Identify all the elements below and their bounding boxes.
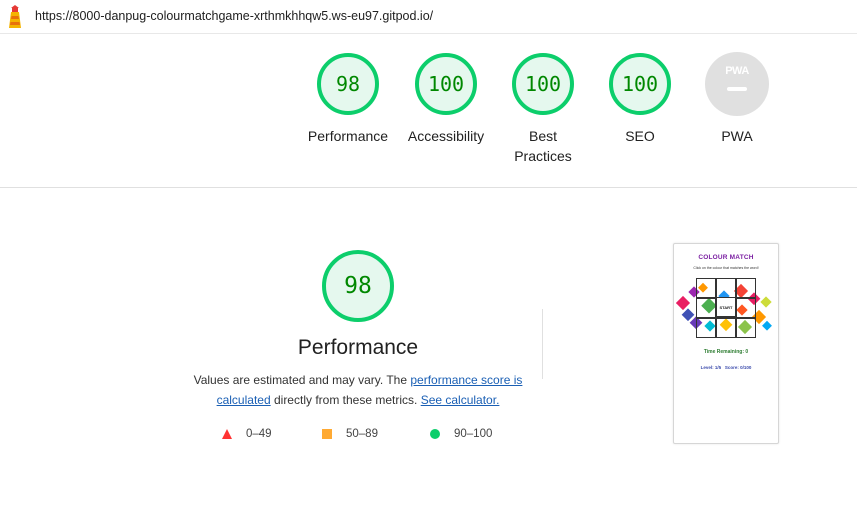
grid-cell bbox=[736, 298, 756, 318]
legend-pass: 90–100 bbox=[430, 428, 492, 440]
legend-pass-range: 90–100 bbox=[454, 428, 493, 440]
grid-cell bbox=[696, 278, 716, 298]
level-score-row: Level: 1/5 Score: 0/100 bbox=[674, 365, 778, 370]
circle-icon bbox=[430, 429, 440, 439]
pwa-dash-icon bbox=[727, 87, 747, 91]
desc-middle: directly from these metrics. bbox=[270, 393, 421, 407]
gauge-label: SEO bbox=[625, 128, 655, 144]
performance-score-value: 98 bbox=[344, 273, 372, 299]
time-remaining-label: Time Remaining: 0 bbox=[703, 349, 749, 355]
pwa-badge-icon: PWA bbox=[705, 52, 769, 116]
start-button: START bbox=[716, 297, 736, 317]
score-gauge: 100 bbox=[414, 52, 478, 116]
gauge-performance[interactable]: 98 Performance bbox=[293, 52, 403, 146]
score-value: 100 bbox=[427, 72, 465, 96]
gauge-label: Performance bbox=[307, 128, 389, 144]
pwa-badge-text: PWA bbox=[725, 65, 749, 77]
gauge-best-practices[interactable]: 100 Best Practices bbox=[488, 52, 598, 166]
score-gauge: 100 bbox=[511, 52, 575, 116]
gauge-pwa[interactable]: PWA PWA bbox=[682, 52, 792, 146]
grid-cell bbox=[716, 318, 736, 338]
legend-average-range: 50–89 bbox=[346, 428, 378, 440]
grid-cell bbox=[696, 318, 716, 338]
score-value: 98 bbox=[335, 72, 361, 96]
performance-title: Performance bbox=[297, 336, 419, 359]
gauge-label: PWA bbox=[721, 128, 753, 144]
pwa-badge-circle bbox=[705, 52, 769, 116]
performance-score-gauge: 98 bbox=[321, 249, 395, 323]
desc-prefix: Values are estimated and may vary. The bbox=[193, 373, 411, 387]
grid-cell bbox=[736, 278, 756, 298]
score-gauge: 98 bbox=[316, 52, 380, 116]
thumbnail-subtitle: Click on the colour that matches the wor… bbox=[693, 266, 759, 270]
see-calculator-link[interactable]: See calculator. bbox=[421, 393, 500, 407]
section-divider bbox=[0, 187, 857, 188]
thumbnail-title: COLOUR MATCH bbox=[698, 254, 754, 261]
score-value: 100 bbox=[621, 72, 659, 96]
gauge-label: Best Practices bbox=[514, 128, 572, 164]
vertical-divider bbox=[542, 309, 543, 379]
performance-description: Values are estimated and may vary. The p… bbox=[190, 370, 526, 410]
grid-cell bbox=[696, 298, 716, 318]
score-gauge: 100 bbox=[608, 52, 672, 116]
grid-cell bbox=[716, 278, 736, 298]
gauge-accessibility[interactable]: 100 Accessibility bbox=[391, 52, 501, 146]
score-value: 100 bbox=[524, 72, 562, 96]
legend-fail-range: 0–49 bbox=[246, 428, 272, 440]
lighthouse-logo-icon bbox=[9, 5, 21, 28]
score-label: Score: 0/100 bbox=[724, 365, 752, 370]
url-bar: https://8000-danpug-colourmatchgame-xrth… bbox=[0, 0, 857, 34]
level-label: Level: 1/5 bbox=[700, 365, 722, 370]
grid-cell bbox=[736, 318, 756, 338]
square-icon bbox=[322, 429, 332, 439]
legend-average: 50–89 bbox=[322, 428, 378, 440]
gauge-label: Accessibility bbox=[407, 128, 485, 144]
legend-fail: 0–49 bbox=[222, 428, 272, 440]
final-screenshot-thumbnail[interactable]: COLOUR MATCH Click on the colour that ma… bbox=[673, 243, 779, 444]
triangle-icon bbox=[222, 429, 232, 439]
page-url[interactable]: https://8000-danpug-colourmatchgame-xrth… bbox=[35, 9, 433, 23]
gauge-seo[interactable]: 100 SEO bbox=[585, 52, 695, 146]
